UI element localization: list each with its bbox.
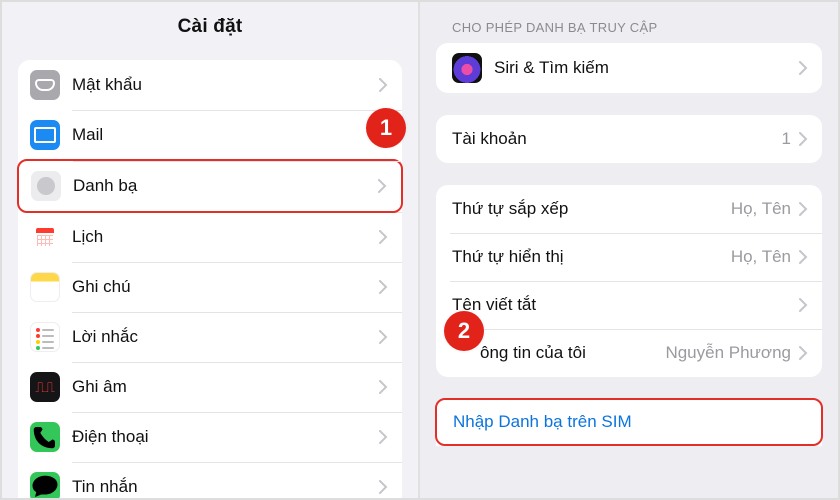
row-value: Nguyễn Phương [665, 343, 791, 363]
row-my-info[interactable]: ông tin của tôi Nguyễn Phương [436, 329, 822, 377]
settings-title: Cài đặt [2, 2, 418, 60]
row-short-name[interactable]: Tên viết tắt [436, 281, 822, 329]
chevron-right-icon [379, 78, 388, 92]
siri-icon [452, 53, 482, 83]
reminders-icon [30, 322, 60, 352]
row-import-sim-contacts[interactable]: Nhập Danh bạ trên SIM [435, 398, 823, 446]
chevron-right-icon [379, 480, 388, 494]
settings-row-calendar[interactable]: Lịch [18, 212, 402, 262]
settings-row-contacts[interactable]: Danh bạ [17, 159, 403, 213]
settings-row-voicememos[interactable]: ⎍⎍ Ghi âm [18, 362, 402, 412]
row-label: Ghi chú [72, 277, 379, 297]
settings-row-mail[interactable]: Mail [18, 110, 402, 160]
settings-row-messages[interactable]: Tin nhắn [18, 462, 402, 498]
phone-icon [30, 422, 60, 452]
chevron-right-icon [799, 202, 808, 216]
row-label: Điện thoại [72, 427, 379, 447]
row-label: Lời nhắc [72, 327, 379, 347]
annotation-badge-2: 2 [444, 311, 484, 351]
row-value: 1 [782, 129, 791, 149]
notes-icon [30, 272, 60, 302]
calendar-icon [30, 222, 60, 252]
settings-row-phone[interactable]: Điện thoại [18, 412, 402, 462]
section-header-access: CHO PHÉP DANH BẠ TRUY CẬP [420, 2, 838, 43]
row-label: Tài khoản [452, 129, 782, 149]
chevron-right-icon [799, 61, 808, 75]
row-value: Họ, Tên [731, 199, 791, 219]
settings-row-notes[interactable]: Ghi chú [18, 262, 402, 312]
voicememos-icon: ⎍⎍ [30, 372, 60, 402]
row-label: Siri & Tìm kiếm [494, 58, 799, 78]
row-siri-search[interactable]: Siri & Tìm kiếm [436, 43, 822, 93]
settings-row-passwords[interactable]: Mật khẩu [18, 60, 402, 110]
row-label: Mật khẩu [72, 75, 379, 95]
chevron-right-icon [379, 230, 388, 244]
row-label: Ghi âm [72, 377, 379, 397]
messages-icon [30, 472, 60, 498]
mail-icon [30, 120, 60, 150]
row-value: Họ, Tên [731, 247, 791, 267]
row-label: ông tin của tôi [452, 343, 665, 363]
row-label: Tên viết tắt [452, 295, 799, 315]
row-label: Tin nhắn [72, 477, 379, 497]
settings-row-reminders[interactable]: Lời nhắc [18, 312, 402, 362]
chevron-right-icon [799, 346, 808, 360]
row-label: Danh bạ [73, 176, 378, 196]
row-label: Thứ tự sắp xếp [452, 199, 731, 219]
chevron-right-icon [379, 430, 388, 444]
row-accounts[interactable]: Tài khoản 1 [436, 115, 822, 163]
row-display-order[interactable]: Thứ tự hiển thị Họ, Tên [436, 233, 822, 281]
annotation-badge-1: 1 [366, 108, 406, 148]
row-sort-order[interactable]: Thứ tự sắp xếp Họ, Tên [436, 185, 822, 233]
chevron-right-icon [379, 280, 388, 294]
row-label: Lịch [72, 227, 379, 247]
chevron-right-icon [379, 380, 388, 394]
chevron-right-icon [799, 132, 808, 146]
chevron-right-icon [799, 298, 808, 312]
row-label: Thứ tự hiển thị [452, 247, 731, 267]
import-sim-link[interactable]: Nhập Danh bạ trên SIM [453, 412, 632, 432]
row-label: Mail [72, 125, 379, 145]
chevron-right-icon [799, 250, 808, 264]
key-icon [30, 70, 60, 100]
chevron-right-icon [378, 179, 387, 193]
chevron-right-icon [379, 330, 388, 344]
contacts-icon [31, 171, 61, 201]
